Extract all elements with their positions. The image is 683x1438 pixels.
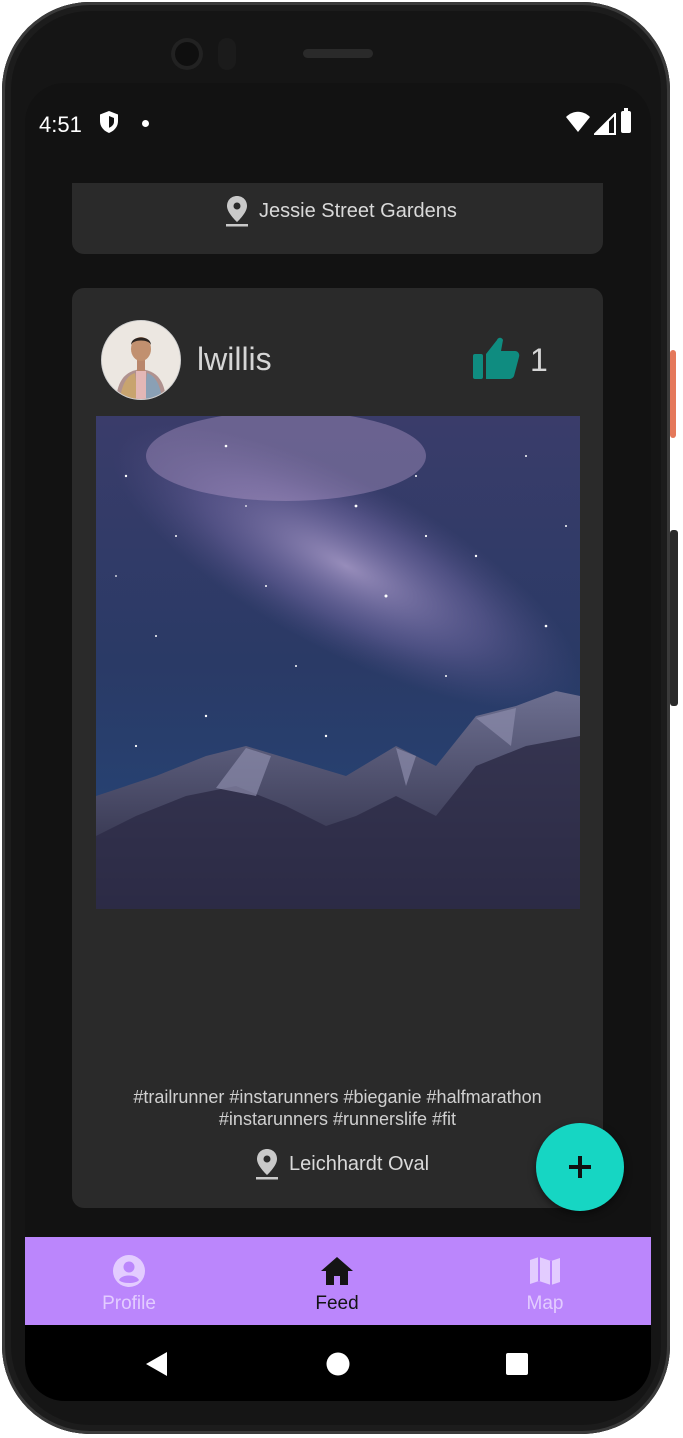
milky-way-photo [96, 416, 580, 909]
avatar[interactable] [101, 320, 181, 400]
location-pin-icon [226, 196, 248, 227]
nav-label-profile: Profile [102, 1293, 156, 1314]
plus-icon [569, 1156, 591, 1178]
location-label: Leichhardt Oval [289, 1152, 430, 1175]
recents-icon[interactable] [506, 1353, 528, 1375]
thumb-up-icon[interactable] [472, 336, 520, 380]
bottom-navigation: Profile Feed Map [25, 1237, 651, 1325]
shield-icon [100, 111, 118, 133]
like-count: 1 [530, 342, 548, 378]
home-circle-icon[interactable] [326, 1352, 350, 1376]
nav-item-profile[interactable]: Profile [25, 1237, 233, 1325]
power-button [670, 530, 678, 706]
status-time: 4:51 [39, 112, 82, 137]
post-username[interactable]: lwillis [197, 341, 272, 378]
nav-item-feed[interactable]: Feed [233, 1237, 441, 1325]
avatar-image [102, 321, 180, 399]
earpiece [303, 49, 373, 58]
location-pin-icon [256, 1149, 278, 1180]
sensor [218, 38, 236, 70]
location-label: Jessie Street Gardens [259, 199, 457, 222]
home-icon [321, 1257, 353, 1285]
side-button-accent [670, 350, 676, 438]
add-post-button[interactable] [536, 1123, 624, 1211]
screen: 4:51 Jessie Street Gardens lwillis 1 #tr… [25, 83, 651, 1401]
nav-label-feed: Feed [315, 1293, 359, 1314]
previous-post-card[interactable]: Jessie Street Gardens [72, 183, 603, 254]
back-icon[interactable] [145, 1351, 169, 1377]
post-card[interactable]: lwillis 1 #trailrunner #instarunners #bi… [72, 288, 603, 1208]
wifi-icon [566, 111, 590, 132]
nav-label-map: Map [526, 1293, 564, 1314]
nav-item-map[interactable]: Map [441, 1237, 649, 1325]
front-camera [171, 38, 203, 70]
previous-post-location: Jessie Street Gardens [225, 195, 457, 227]
status-bar: 4:51 [25, 83, 651, 155]
system-navigation-bar [25, 1325, 651, 1401]
post-location: Leichhardt Oval [255, 1148, 429, 1180]
signal-icon [594, 113, 616, 135]
battery-icon [621, 108, 631, 133]
post-image[interactable] [96, 416, 580, 909]
account-circle-icon [113, 1255, 145, 1287]
notification-dot-icon [142, 120, 149, 127]
post-caption: #trailrunner #instarunners #bieganie #ha… [133, 1087, 542, 1129]
map-icon [530, 1257, 560, 1285]
